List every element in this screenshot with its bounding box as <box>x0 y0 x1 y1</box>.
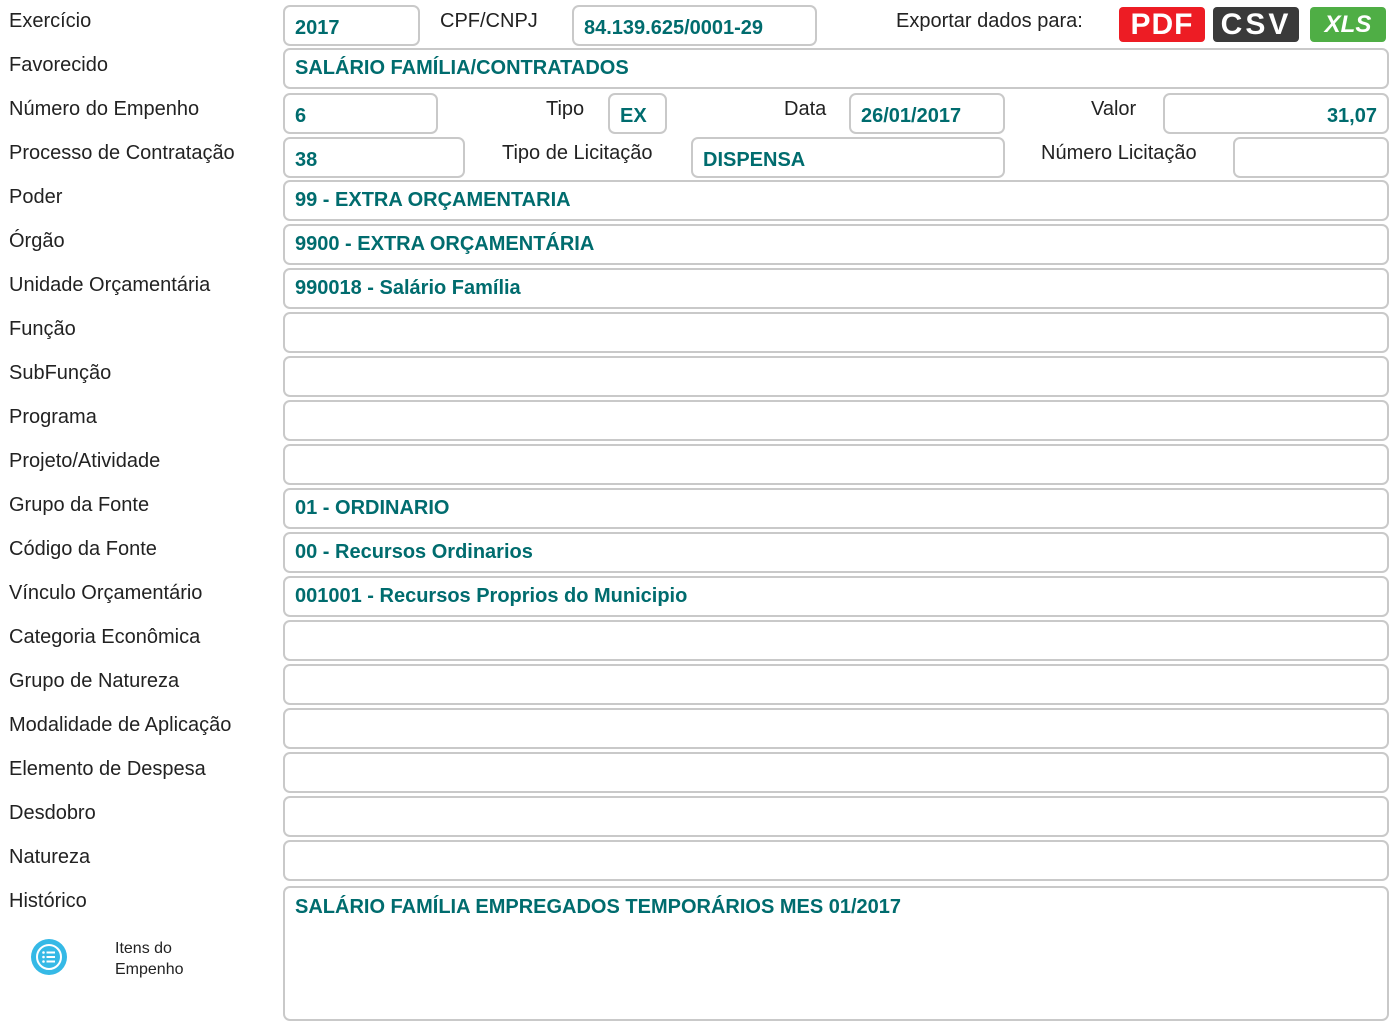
field-tipo: EX <box>608 93 667 134</box>
field-numero-empenho: 6 <box>283 93 438 134</box>
field-grupo-natureza <box>283 664 1389 705</box>
itens-empenho-link[interactable]: Itens do Empenho <box>115 938 184 980</box>
export-xls-button[interactable]: XLS <box>1310 7 1386 42</box>
label-modalidade-aplicacao: Modalidade de Aplicação <box>9 714 232 736</box>
field-grupo-fonte: 01 - ORDINARIO <box>283 488 1389 529</box>
field-data: 26/01/2017 <box>849 93 1005 134</box>
field-categoria-economica <box>283 620 1389 661</box>
label-programa: Programa <box>9 406 97 428</box>
field-elemento-despesa <box>283 752 1389 793</box>
label-projeto-atividade: Projeto/Atividade <box>9 450 161 472</box>
label-funcao: Função <box>9 318 76 340</box>
field-orgao: 9900 - EXTRA ORÇAMENTÁRIA <box>283 224 1389 265</box>
field-programa <box>283 400 1389 441</box>
label-favorecido: Favorecido <box>9 54 108 76</box>
field-unidade-orcamentaria: 990018 - Salário Família <box>283 268 1389 309</box>
label-elemento-despesa: Elemento de Despesa <box>9 758 206 780</box>
itens-empenho-line1: Itens do <box>115 940 172 957</box>
label-tipo-licitacao: Tipo de Licitação <box>502 142 653 164</box>
field-codigo-fonte: 00 - Recursos Ordinarios <box>283 532 1389 573</box>
field-natureza <box>283 840 1389 881</box>
label-numero-empenho: Número do Empenho <box>9 98 200 120</box>
label-vinculo-orcamentario: Vínculo Orçamentário <box>9 582 203 604</box>
label-categoria-economica: Categoria Econômica <box>9 626 201 648</box>
label-numero-licitacao: Número Licitação <box>1041 142 1197 164</box>
label-codigo-fonte: Código da Fonte <box>9 538 157 560</box>
field-valor: 31,07 <box>1163 93 1389 134</box>
label-exportar: Exportar dados para: <box>896 10 1083 32</box>
field-processo-contratacao: 38 <box>283 137 465 178</box>
label-processo-contratacao: Processo de Contratação <box>9 142 235 164</box>
field-tipo-licitacao: DISPENSA <box>691 137 1005 178</box>
export-csv-button[interactable]: CSV <box>1213 7 1299 42</box>
list-icon[interactable] <box>31 939 67 975</box>
field-projeto-atividade <box>283 444 1389 485</box>
field-funcao <box>283 312 1389 353</box>
label-subfuncao: SubFunção <box>9 362 112 384</box>
label-historico: Histórico <box>9 890 87 912</box>
label-valor: Valor <box>1091 98 1137 120</box>
label-natureza: Natureza <box>9 846 91 868</box>
label-exercicio: Exercício <box>9 10 92 32</box>
field-modalidade-aplicacao <box>283 708 1389 749</box>
field-favorecido: SALÁRIO FAMÍLIA/CONTRATADOS <box>283 48 1389 89</box>
label-unidade-orcamentaria: Unidade Orçamentária <box>9 274 211 296</box>
field-numero-licitacao <box>1233 137 1389 178</box>
export-pdf-button[interactable]: PDF <box>1119 7 1205 42</box>
label-grupo-fonte: Grupo da Fonte <box>9 494 150 516</box>
field-historico: SALÁRIO FAMÍLIA EMPREGADOS TEMPORÁRIOS M… <box>283 886 1389 1021</box>
field-vinculo-orcamentario: 001001 - Recursos Proprios do Municipio <box>283 576 1389 617</box>
label-tipo: Tipo <box>546 98 585 120</box>
field-cpf-cnpj: 84.139.625/0001-29 <box>572 5 817 46</box>
field-poder: 99 - EXTRA ORÇAMENTARIA <box>283 180 1389 221</box>
field-subfuncao <box>283 356 1389 397</box>
itens-empenho-line2: Empenho <box>115 961 184 978</box>
label-orgao: Órgão <box>9 230 65 252</box>
field-exercicio: 2017 <box>283 5 420 46</box>
label-poder: Poder <box>9 186 63 208</box>
field-desdobro <box>283 796 1389 837</box>
label-desdobro: Desdobro <box>9 802 96 824</box>
label-grupo-natureza: Grupo de Natureza <box>9 670 180 692</box>
label-cpf-cnpj: CPF/CNPJ <box>440 10 538 32</box>
label-data: Data <box>784 98 827 120</box>
